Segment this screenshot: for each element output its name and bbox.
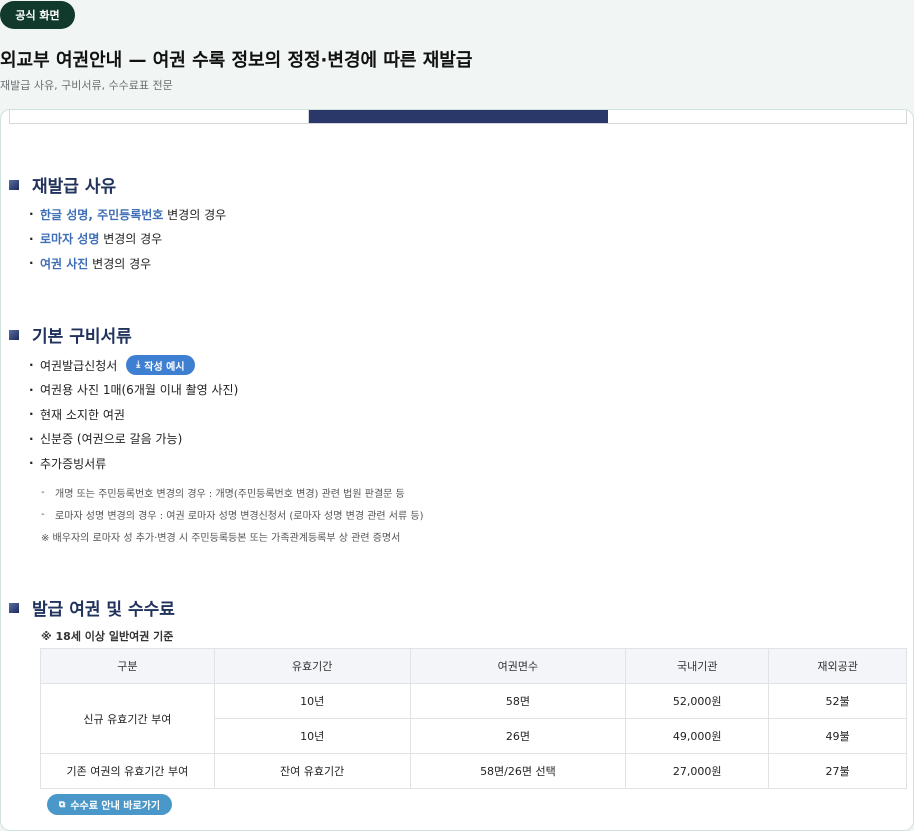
item-text: 변경의 경우: [99, 232, 163, 247]
list-item: · 여권발급신청서 ⤓ 작성 예시: [29, 353, 238, 378]
domestic-fee-cell: 27,000원: [625, 753, 770, 789]
footnote: ※ 배우자의 로마자 성 추가·변경 시 주민등록등본 또는 가족관계등록부 상…: [41, 532, 401, 544]
highlight-text: 한글 성명, 주민등록번호: [40, 207, 164, 222]
fee-info-link-button[interactable]: ⧉ 수수료 안내 바로가기: [47, 794, 172, 815]
list-item: · 로마자 성명 변경의 경우: [29, 227, 226, 252]
section-square-icon: [9, 329, 19, 340]
overseas-fee-cell: 49불: [768, 718, 907, 754]
section-title-text: 기본 구비서류: [32, 327, 132, 347]
column-header: 재외공관: [768, 648, 907, 684]
highlight-text: 로마자 성명: [40, 232, 100, 247]
fee-note: ※ 18세 이상 일반여권 기준: [41, 630, 174, 643]
table-header-row: 구분 유효기간 여권면수 국내기관 재외공관: [40, 648, 907, 684]
section-square-icon: [9, 602, 19, 613]
section-title-documents: 기본 구비서류: [9, 322, 132, 347]
overseas-fee-cell: 27불: [768, 753, 907, 789]
validity-cell: 10년: [213, 683, 411, 719]
column-header: 여권면수: [409, 648, 627, 684]
pages-cell: 58면: [409, 683, 627, 719]
pages-cell: 58면/26면 선택: [409, 753, 627, 789]
page-title: 외교부 여권안내 — 여권 수록 정보의 정정·변경에 따른 재발급: [0, 50, 473, 71]
list-item: · 신분증 (여권으로 갈음 가능): [29, 427, 238, 452]
section-title-text: 재발급 사유: [32, 177, 117, 197]
column-header: 구분: [40, 648, 215, 684]
documents-list: · 여권발급신청서 ⤓ 작성 예시 · 여권용 사진 1매(6개월 이내 촬영 …: [29, 353, 238, 476]
category-cell: 기존 여권의 유효기간 부여: [40, 753, 215, 789]
write-example-button[interactable]: ⤓ 작성 예시: [126, 355, 195, 376]
download-icon: ⤓: [136, 360, 141, 371]
tab-bar: [9, 110, 907, 124]
tab-3[interactable]: [608, 110, 906, 123]
button-label: 작성 예시: [144, 361, 185, 373]
note-text: 로마자 성명 변경의 경우 : 여권 로마자 성명 변경신청서 (로마자 성명 …: [55, 510, 424, 522]
item-text: 추가증빙서류: [40, 456, 107, 471]
list-item: · 추가증빙서류: [29, 451, 238, 476]
reasons-list: · 한글 성명, 주민등록번호 변경의 경우 · 로마자 성명 변경의 경우 ·…: [29, 202, 226, 276]
category-cell: 신규 유효기간 부여: [40, 683, 215, 754]
list-item: · 여권용 사진 1매(6개월 이내 촬영 사진): [29, 378, 238, 403]
button-label: 수수료 안내 바로가기: [70, 801, 161, 812]
tab-2-active[interactable]: [309, 110, 608, 123]
highlight-text: 여권 사진: [40, 256, 89, 271]
section-title-text: 발급 여권 및 수수료: [32, 600, 175, 620]
section-title-reasons: 재발급 사유: [9, 172, 116, 197]
domestic-fee-cell: 52,000원: [625, 683, 770, 719]
item-text: 변경의 경우: [88, 256, 152, 271]
page-subtitle: 재발급 사유, 구비서류, 수수료표 전문: [0, 79, 173, 92]
pages-cell: 26면: [409, 718, 627, 754]
tab-1[interactable]: [10, 110, 309, 123]
section-square-icon: [9, 179, 19, 190]
note-item: - 로마자 성명 변경의 경우 : 여권 로마자 성명 변경신청서 (로마자 성명…: [41, 508, 424, 522]
bullet-icon: ·: [29, 231, 34, 246]
validity-cell: 잔여 유효기간: [213, 753, 411, 789]
official-badge: 공식 화면: [0, 1, 75, 29]
bullet-icon: ·: [29, 407, 34, 422]
bullet-icon: ·: [29, 256, 34, 271]
item-text: 여권발급신청서: [40, 358, 118, 373]
bullet-icon: ·: [29, 207, 34, 222]
item-text: 여권용 사진 1매(6개월 이내 촬영 사진): [40, 383, 239, 398]
content-card: 재발급 사유 · 한글 성명, 주민등록번호 변경의 경우 · 로마자 성명 변…: [0, 109, 914, 831]
note-item: - 개명 또는 주민등록번호 변경의 경우 : 개명(주민등록번호 변경) 관련 …: [41, 486, 405, 500]
external-link-icon: ⧉: [58, 799, 66, 810]
domestic-fee-cell: 49,000원: [625, 718, 770, 754]
list-item: · 여권 사진 변경의 경우: [29, 251, 226, 276]
list-item: · 한글 성명, 주민등록번호 변경의 경우: [29, 202, 226, 227]
column-header: 국내기관: [625, 648, 770, 684]
validity-cell: 10년: [213, 718, 411, 754]
fee-table: 구분 유효기간 여권면수 국내기관 재외공관 신규 유효기간 부여 10년 58…: [40, 648, 907, 789]
overseas-fee-cell: 52불: [768, 683, 907, 719]
item-text: 현재 소지한 여권: [40, 407, 125, 422]
bullet-icon: ·: [29, 456, 34, 471]
bullet-icon: ·: [29, 358, 34, 373]
bullet-icon: ·: [29, 382, 34, 397]
table-row: 기존 여권의 유효기간 부여 잔여 유효기간 58면/26면 선택 27,000…: [40, 753, 907, 789]
list-item: · 현재 소지한 여권: [29, 402, 238, 427]
item-text: 신분증 (여권으로 갈음 가능): [40, 432, 183, 447]
column-header: 유효기간: [213, 648, 411, 684]
document-notes: - 개명 또는 주민등록번호 변경의 경우 : 개명(주민등록번호 변경) 관련 …: [41, 481, 423, 547]
item-text: 변경의 경우: [163, 207, 227, 222]
table-row: 신규 유효기간 부여 10년 58면 52,000원 52불: [40, 683, 907, 754]
note-text: 개명 또는 주민등록번호 변경의 경우 : 개명(주민등록번호 변경) 관련 법…: [55, 488, 405, 500]
section-title-fees: 발급 여권 및 수수료: [9, 595, 175, 620]
bullet-icon: ·: [29, 431, 34, 446]
